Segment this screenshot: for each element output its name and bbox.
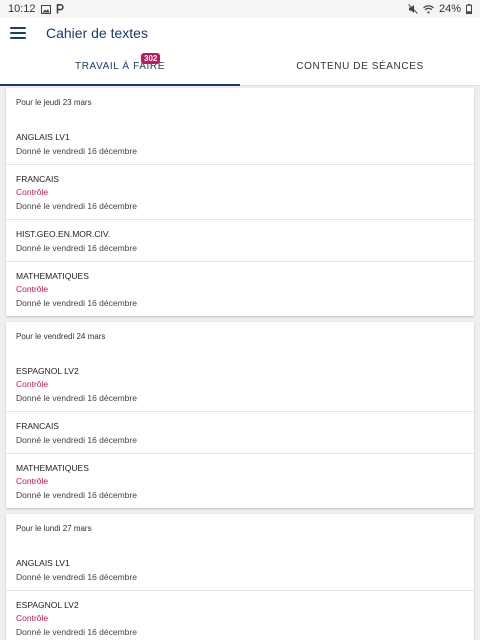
- homework-item[interactable]: ESPAGNOL LV2 Contrôle Donné le vendredi …: [6, 357, 474, 412]
- day-header: Pour le lundi 27 mars: [16, 524, 92, 533]
- homework-item[interactable]: ESPAGNOL LV2 Contrôle Donné le vendredi …: [6, 591, 474, 640]
- subject-name: MATHEMATIQUES: [16, 271, 89, 281]
- homework-item[interactable]: FRANCAIS Donné le vendredi 16 décembre: [6, 412, 474, 454]
- status-time: 10:12: [8, 3, 36, 15]
- subject-name: HIST.GEO.EN.MOR.CIV.: [16, 229, 111, 239]
- control-tag: Contrôle: [16, 476, 49, 486]
- count-badge: 302: [141, 53, 161, 64]
- day-card: Pour le vendredi 24 mars ESPAGNOL LV2 Co…: [6, 322, 474, 508]
- tab-label: CONTENU DE SÉANCES: [296, 61, 424, 72]
- given-date: Donné le vendredi 16 décembre: [16, 627, 137, 637]
- subject-name: ESPAGNOL LV2: [16, 366, 79, 376]
- given-date: Donné le vendredi 16 décembre: [16, 435, 137, 445]
- control-tag: Contrôle: [16, 379, 49, 389]
- tab-travail-a-faire[interactable]: TRAVAIL À FAIRE 302: [0, 48, 240, 86]
- given-date: Donné le vendredi 16 décembre: [16, 146, 137, 156]
- day-card: Pour le lundi 27 mars ANGLAIS LV1 Donné …: [6, 514, 474, 640]
- homework-list: Pour le jeudi 23 mars ANGLAIS LV1 Donné …: [0, 86, 480, 640]
- tab-bar: TRAVAIL À FAIRE 302 CONTENU DE SÉANCES: [0, 48, 480, 86]
- status-bar: 10:12 24%: [0, 0, 480, 18]
- battery-text: 24%: [438, 3, 461, 15]
- homework-item[interactable]: ANGLAIS LV1 Donné le vendredi 16 décembr…: [6, 123, 474, 165]
- subject-name: ESPAGNOL LV2: [16, 600, 79, 610]
- homework-item[interactable]: MATHEMATIQUES Contrôle Donné le vendredi…: [6, 454, 474, 508]
- given-date: Donné le vendredi 16 décembre: [16, 393, 137, 403]
- day-header: Pour le jeudi 23 mars: [16, 98, 92, 107]
- homework-item[interactable]: ANGLAIS LV1 Donné le vendredi 16 décembr…: [6, 549, 474, 591]
- wifi-icon: [423, 4, 434, 14]
- given-date: Donné le vendredi 16 décembre: [16, 572, 137, 582]
- control-tag: Contrôle: [16, 187, 49, 197]
- day-header: Pour le vendredi 24 mars: [16, 332, 106, 341]
- given-date: Donné le vendredi 16 décembre: [16, 298, 137, 308]
- given-date: Donné le vendredi 16 décembre: [16, 201, 137, 211]
- homework-item[interactable]: MATHEMATIQUES Contrôle Donné le vendredi…: [6, 262, 474, 316]
- status-bar-left: 10:12: [8, 3, 64, 15]
- mute-icon: [408, 4, 418, 14]
- battery-icon: [466, 4, 472, 14]
- menu-icon[interactable]: [10, 27, 26, 39]
- homework-item[interactable]: FRANCAIS Contrôle Donné le vendredi 16 d…: [6, 165, 474, 220]
- image-icon: [40, 4, 51, 14]
- given-date: Donné le vendredi 16 décembre: [16, 490, 137, 500]
- control-tag: Contrôle: [16, 284, 49, 294]
- subject-name: FRANCAIS: [16, 421, 59, 431]
- subject-name: FRANCAIS: [16, 174, 59, 184]
- given-date: Donné le vendredi 16 décembre: [16, 243, 137, 253]
- app-bar: Cahier de textes: [0, 18, 480, 48]
- day-card: Pour le jeudi 23 mars ANGLAIS LV1 Donné …: [6, 88, 474, 316]
- control-tag: Contrôle: [16, 613, 49, 623]
- page-title: Cahier de textes: [46, 25, 148, 41]
- p-icon: [56, 4, 64, 14]
- status-bar-right: 24%: [408, 3, 472, 15]
- subject-name: ANGLAIS LV1: [16, 558, 70, 568]
- tab-contenu-de-seances[interactable]: CONTENU DE SÉANCES: [240, 48, 480, 85]
- subject-name: MATHEMATIQUES: [16, 463, 89, 473]
- homework-item[interactable]: HIST.GEO.EN.MOR.CIV. Donné le vendredi 1…: [6, 220, 474, 262]
- subject-name: ANGLAIS LV1: [16, 132, 70, 142]
